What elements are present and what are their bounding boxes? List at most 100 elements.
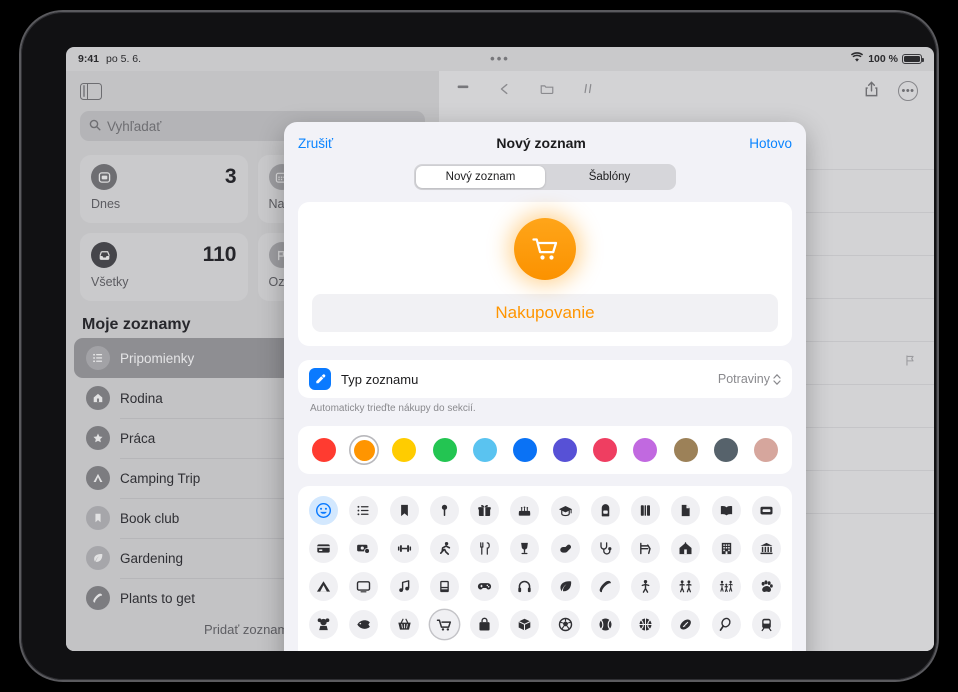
battery-icon <box>902 54 922 64</box>
train-icon[interactable] <box>752 610 781 639</box>
sheet-body: Nakupovanie Typ zoznamu Potraviny <box>284 202 806 651</box>
wifi-icon <box>850 52 864 66</box>
tray-icon[interactable] <box>752 496 781 525</box>
basketball-icon[interactable] <box>631 610 660 639</box>
family-icon[interactable] <box>712 572 741 601</box>
flag-icon <box>904 354 916 370</box>
hero-icon-wrap <box>312 218 778 280</box>
box-icon[interactable] <box>510 610 539 639</box>
gift-icon[interactable] <box>470 496 499 525</box>
tennis-racket-icon[interactable] <box>712 610 741 639</box>
color-swatch-pink[interactable] <box>590 435 620 465</box>
list-bullet-icon <box>86 346 110 370</box>
new-list-sheet: Zrušiť Nový zoznam Hotovo Nový zoznam Ša… <box>284 122 806 651</box>
smart-list-all[interactable]: 110 Všetky <box>80 233 248 301</box>
sidebar-toggle-icon[interactable] <box>80 83 102 100</box>
basket-icon[interactable] <box>390 610 419 639</box>
runner-icon[interactable] <box>430 534 459 563</box>
tab-new-list[interactable]: Nový zoznam <box>416 166 545 188</box>
smart-list-today[interactable]: 3 Dnes <box>80 155 248 223</box>
color-swatch-rose[interactable] <box>751 435 781 465</box>
building-icon[interactable] <box>712 534 741 563</box>
icon-row <box>309 534 781 563</box>
baseball-icon[interactable] <box>591 610 620 639</box>
dumbbell-icon[interactable] <box>390 534 419 563</box>
detail-toolbar: ••• <box>439 71 934 111</box>
bookmark-icon <box>86 506 110 530</box>
leaf-icon[interactable] <box>551 572 580 601</box>
color-swatch-purple[interactable] <box>630 435 660 465</box>
soccer-ball-icon[interactable] <box>551 610 580 639</box>
carrot-icon[interactable] <box>591 572 620 601</box>
shopping-cart-icon[interactable] <box>514 218 576 280</box>
list-name-input[interactable]: Nakupovanie <box>312 294 778 332</box>
list-bullet-icon[interactable] <box>349 496 378 525</box>
chair-icon[interactable] <box>631 534 660 563</box>
house-icon[interactable] <box>671 534 700 563</box>
backpack-icon[interactable] <box>591 496 620 525</box>
graduation-cap-icon[interactable] <box>551 496 580 525</box>
done-button[interactable]: Hotovo <box>749 136 792 151</box>
tv-icon[interactable] <box>349 572 378 601</box>
smart-list-count: 110 <box>203 243 237 267</box>
laptop-icon[interactable] <box>430 572 459 601</box>
tab-templates[interactable]: Šablóny <box>545 166 674 188</box>
share-icon[interactable] <box>863 80 880 103</box>
color-swatch-red[interactable] <box>309 435 339 465</box>
credit-card-icon[interactable] <box>309 534 338 563</box>
football-icon[interactable] <box>671 610 700 639</box>
more-icon[interactable]: ••• <box>898 81 918 101</box>
multitasking-dots-icon[interactable]: ••• <box>490 55 510 63</box>
list-preview-card: Nakupovanie <box>298 202 792 346</box>
open-book-icon[interactable] <box>712 496 741 525</box>
color-swatch-yellow[interactable] <box>389 435 419 465</box>
detail-toolbar-right: ••• <box>863 80 918 103</box>
cancel-button[interactable]: Zrušiť <box>298 136 333 151</box>
books-icon[interactable] <box>631 496 660 525</box>
wine-glass-icon[interactable] <box>510 534 539 563</box>
headphones-icon[interactable] <box>510 572 539 601</box>
shopping-bag-icon[interactable] <box>470 610 499 639</box>
fish-icon[interactable] <box>349 610 378 639</box>
document-icon[interactable] <box>671 496 700 525</box>
trash-icon[interactable] <box>455 81 471 102</box>
battery-percent: 100 % <box>868 53 898 65</box>
person-icon[interactable] <box>631 572 660 601</box>
color-swatch-brown[interactable] <box>671 435 701 465</box>
birthday-cake-icon[interactable] <box>510 496 539 525</box>
all-icon <box>91 242 117 268</box>
folder-icon[interactable] <box>539 81 555 102</box>
status-time: 9:41 <box>78 53 99 65</box>
map-pin-icon[interactable] <box>430 496 459 525</box>
gamepad-icon[interactable] <box>470 572 499 601</box>
paw-icon[interactable] <box>752 572 781 601</box>
sheet-title: Nový zoznam <box>496 135 585 151</box>
smart-list-count: 3 <box>225 165 237 189</box>
bookmark-icon[interactable] <box>390 496 419 525</box>
color-swatch-blue[interactable] <box>510 435 540 465</box>
sort-icon[interactable] <box>581 81 597 102</box>
cash-icon[interactable] <box>349 534 378 563</box>
color-swatch-indigo[interactable] <box>550 435 580 465</box>
music-note-icon[interactable] <box>390 572 419 601</box>
share-arrow-icon[interactable] <box>497 81 513 102</box>
color-swatch-light-blue[interactable] <box>470 435 500 465</box>
tent-icon[interactable] <box>309 572 338 601</box>
smiley-icon[interactable] <box>309 496 338 525</box>
pills-icon[interactable] <box>551 534 580 563</box>
shopping-cart-icon[interactable] <box>430 610 459 639</box>
house-icon <box>86 386 110 410</box>
list-item-label: Book club <box>120 511 179 526</box>
color-swatch-slate[interactable] <box>711 435 741 465</box>
teddy-bear-icon[interactable] <box>309 610 338 639</box>
fork-knife-icon[interactable] <box>470 534 499 563</box>
color-swatch-orange[interactable] <box>349 435 379 465</box>
color-swatch-green[interactable] <box>430 435 460 465</box>
search-icon <box>89 119 101 134</box>
two-people-icon[interactable] <box>671 572 700 601</box>
today-icon <box>91 164 117 190</box>
bank-icon[interactable] <box>752 534 781 563</box>
stethoscope-icon[interactable] <box>591 534 620 563</box>
add-list-button[interactable]: Pridať zoznam <box>66 622 288 637</box>
list-type-row[interactable]: Typ zoznamu Potraviny <box>298 360 792 398</box>
